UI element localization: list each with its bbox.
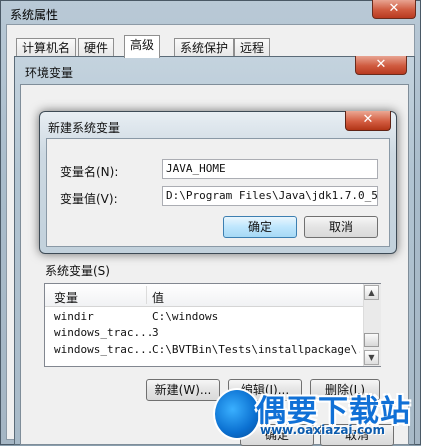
watermark-logo-icon [213, 388, 261, 440]
dialog-cancel-button[interactable]: 取消 [304, 216, 378, 238]
system-variables-label: 系统变量(S) [45, 264, 110, 278]
variable-value-field[interactable]: D:\Program Files\Java\jdk1.7.0_51 [162, 186, 378, 206]
tab-advanced[interactable]: 高级 [124, 35, 161, 58]
scroll-down-icon[interactable]: ▼ [364, 350, 379, 365]
environment-variables-title: 环境变量 [25, 66, 74, 80]
tab-computer-name[interactable]: 计算机名 [16, 38, 77, 57]
column-divider[interactable] [146, 286, 147, 304]
variable-name-field[interactable]: JAVA_HOME [162, 159, 378, 179]
tab-system-protection[interactable]: 系统保护 [174, 38, 235, 57]
watermark-url: www.oaxiazai.com [260, 423, 385, 437]
tab-remote[interactable]: 远程 [234, 38, 271, 57]
scroll-thumb[interactable] [364, 333, 379, 347]
row-name[interactable]: windows_trac... [54, 343, 153, 356]
variable-name-label: 变量名(N): [60, 165, 119, 179]
row-name[interactable]: windir [54, 310, 94, 323]
new-system-variable-title: 新建系统变量 [48, 121, 121, 135]
env-close-button[interactable]: ✕ [355, 56, 407, 75]
row-name[interactable]: windows_trac... [54, 326, 153, 339]
tab-hardware[interactable]: 硬件 [78, 38, 115, 57]
new-variable-button[interactable]: 新建(W)... [146, 379, 220, 401]
system-properties-title: 系统属性 [10, 8, 59, 22]
dialog-ok-button[interactable]: 确定 [223, 216, 297, 238]
row-value[interactable]: 3 [152, 326, 159, 339]
column-header-variable[interactable]: 变量 [54, 289, 78, 306]
variable-value-label: 变量值(V): [60, 192, 118, 206]
column-header-value[interactable]: 值 [152, 289, 164, 306]
list-header [45, 284, 363, 307]
dialog-close-button[interactable]: ✕ [345, 111, 391, 131]
row-value[interactable]: C:\windows [152, 310, 218, 323]
outer-close-button[interactable]: ✕ [372, 0, 416, 19]
scroll-up-icon[interactable]: ▲ [364, 285, 379, 300]
row-value[interactable]: C:\BVTBin\Tests\installpackage\... [152, 343, 360, 356]
